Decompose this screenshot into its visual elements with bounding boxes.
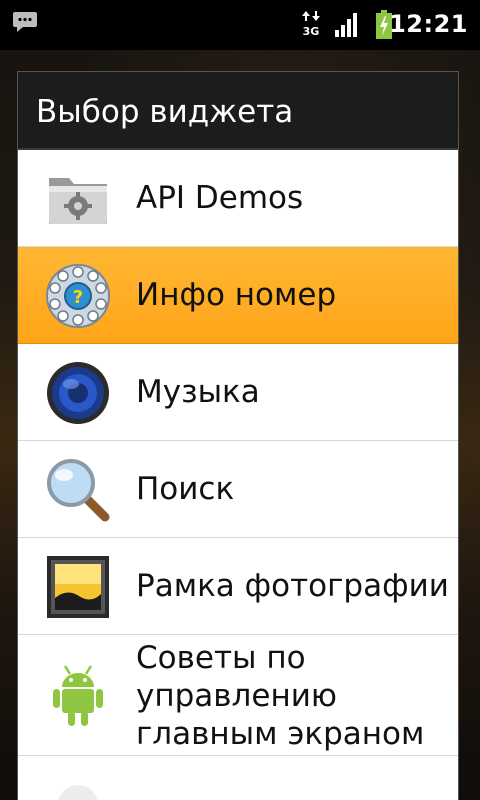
widget-item-label: Рамка фотографии [136, 568, 449, 604]
widget-item-label: Музыка [136, 374, 260, 410]
svg-text:?: ? [73, 287, 83, 308]
dialog-title-bar: Выбор виджета [18, 72, 458, 150]
magnifier-icon [47, 459, 110, 522]
status-clock: 12:21 [389, 10, 468, 38]
widget-list[interactable]: API Demos ? Инфо номер Музыка Поиск Рамк… [18, 150, 458, 800]
widget-item-search[interactable]: Поиск [18, 441, 458, 538]
widget-item-label: Советы по управлению главным экраном [136, 640, 425, 752]
notification-message-icon[interactable] [12, 11, 38, 33]
status-bar: 3G 12:21 [0, 0, 480, 50]
picture-frame-icon [47, 556, 109, 618]
widget-item-partial[interactable] [18, 756, 458, 800]
widget-item-label: Поиск [136, 471, 235, 507]
rotary-phone-dial-icon: ? [46, 264, 110, 328]
widget-item-api-demos[interactable]: API Demos [18, 150, 458, 247]
3g-label: 3G [303, 25, 320, 38]
dialog-title: Выбор виджета [36, 94, 294, 130]
widget-item-label: API Demos [136, 180, 304, 216]
folder-gear-icon [49, 178, 107, 224]
widget-item-music[interactable]: Музыка [18, 344, 458, 441]
3g-data-icon: 3G [302, 11, 320, 38]
widget-item-photo-frame[interactable]: Рамка фотографии [18, 538, 458, 635]
widget-item-info-nomer[interactable]: ? Инфо номер [18, 247, 458, 344]
partial-item-icon [58, 785, 98, 800]
widget-item-label: Инфо номер [136, 277, 337, 313]
widget-item-home-tips[interactable]: Советы по управлению главным экраном [18, 635, 458, 756]
widget-picker-dialog: Выбор виджета API Demos ? Инфо номер Муз… [18, 72, 458, 800]
signal-strength-icon [335, 13, 357, 37]
speaker-icon [47, 362, 109, 424]
android-robot-icon [53, 665, 103, 726]
